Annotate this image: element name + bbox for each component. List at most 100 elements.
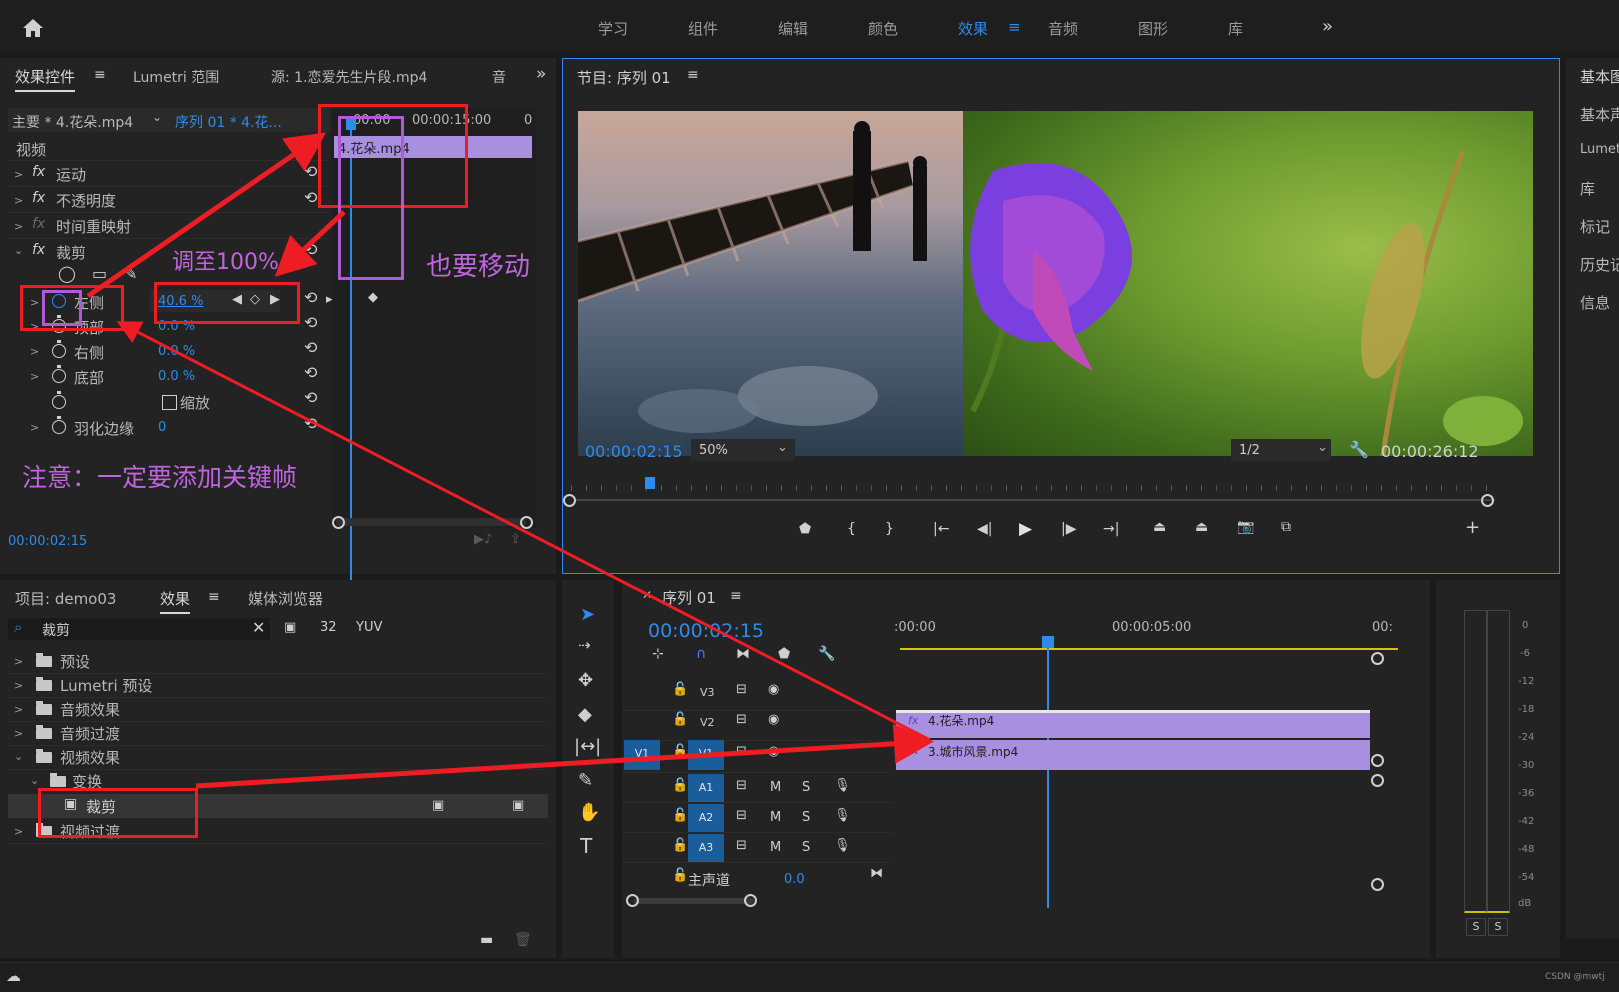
stopwatch-feather-icon[interactable] xyxy=(52,416,66,434)
program-scroll-bar[interactable] xyxy=(575,499,1495,501)
insert-nest-icon[interactable]: ⊹ xyxy=(652,646,664,662)
snap-magnet-icon[interactable]: ∩ xyxy=(696,646,706,662)
reset-right-icon[interactable]: ⟲ xyxy=(304,338,317,357)
ellipse-mask-icon[interactable]: ◯ xyxy=(58,264,76,283)
hand-tool-icon[interactable]: ✋ xyxy=(578,802,600,823)
track-target-a2[interactable]: A2 xyxy=(688,804,724,832)
step-back-icon[interactable]: ◀| xyxy=(977,521,992,537)
mic-a1-icon[interactable]: 🎙 xyxy=(834,778,851,793)
lock-v3-icon[interactable]: 🔓 xyxy=(672,682,688,697)
expand-motion-icon[interactable]: > xyxy=(14,168,23,181)
creative-cloud-icon[interactable]: ☁ xyxy=(6,967,21,985)
tab-audio[interactable]: 音频 xyxy=(1048,18,1078,39)
reset-zoom-icon[interactable]: ⟲ xyxy=(304,388,317,407)
collapse-transform-icon[interactable]: ⌄ xyxy=(30,774,39,787)
track-label-v2[interactable]: V2 xyxy=(700,716,715,729)
tab-effects-menu-icon[interactable]: ≡ xyxy=(1008,18,1021,36)
tab-media-browser[interactable]: 媒体浏览器 xyxy=(248,588,323,609)
reset-feather-icon[interactable]: ⟲ xyxy=(304,414,317,433)
ec-scroll-left-handle[interactable] xyxy=(332,516,345,529)
reset-left-icon[interactable]: ⟲ xyxy=(304,288,317,307)
mark-out-icon[interactable]: } xyxy=(885,521,894,537)
fx-icon[interactable]: fx xyxy=(32,164,45,180)
right-item-lumetri[interactable]: Lumet xyxy=(1580,142,1619,157)
effects-search-input[interactable]: 裁剪 xyxy=(42,620,70,640)
lock-a3-icon[interactable]: 🔓 xyxy=(672,838,688,853)
ec-play-audio-icon[interactable]: ▶♪ xyxy=(474,532,492,547)
expand-video-transitions-icon[interactable]: > xyxy=(14,825,23,838)
ec-scroll-right-handle[interactable] xyxy=(520,516,533,529)
pen-mask-icon[interactable]: ✎ xyxy=(124,264,137,283)
ec-timecode[interactable]: 00:00:02:15 xyxy=(8,534,87,549)
close-sequence-icon[interactable]: ✕ xyxy=(642,588,652,602)
go-to-in-icon[interactable]: |← xyxy=(933,521,949,537)
program-scrub-ruler[interactable] xyxy=(571,477,1491,491)
ec-zoom-scrollbar[interactable] xyxy=(336,518,526,526)
tree-audio-effects[interactable]: 音频效果 xyxy=(60,699,120,720)
sync-lock-v2-icon[interactable]: ⊟ xyxy=(736,712,747,727)
settings-wrench-icon[interactable]: 🔧 xyxy=(1349,440,1369,459)
sync-lock-a1-icon[interactable]: ⊟ xyxy=(736,778,747,793)
right-item-history[interactable]: 历史记 xyxy=(1580,254,1619,275)
right-item-essential-graphics[interactable]: 基本图 xyxy=(1580,66,1619,87)
effects-menu-icon[interactable]: ≡ xyxy=(208,589,220,605)
solo-a3[interactable]: S xyxy=(802,840,810,855)
timeline-hscroll-left-handle[interactable] xyxy=(626,894,639,907)
lock-v2-icon[interactable]: 🔓 xyxy=(672,712,688,727)
meter-solo-right[interactable]: S xyxy=(1488,918,1508,936)
panel-menu-icon[interactable]: ≡ xyxy=(94,67,106,83)
expand-opacity-icon[interactable]: > xyxy=(14,194,23,207)
tab-effect-controls[interactable]: 效果控件 xyxy=(15,66,76,92)
fx-icon[interactable]: fx xyxy=(32,190,45,206)
add-marker-timeline-icon[interactable]: ⬟ xyxy=(778,646,790,662)
add-marker-icon[interactable]: ⬟ xyxy=(799,521,811,537)
expand-lumetri-presets-icon[interactable]: > xyxy=(14,679,23,692)
expand-tabs-icon[interactable]: » xyxy=(536,64,546,84)
clear-search-icon[interactable]: ✕ xyxy=(252,618,265,637)
lock-v1-icon[interactable]: 🔓 xyxy=(672,744,688,759)
reset-bottom-icon[interactable]: ⟲ xyxy=(304,363,317,382)
slip-tool-icon[interactable]: |↔| xyxy=(574,736,601,757)
tree-audio-transitions[interactable]: 音频过渡 xyxy=(60,723,120,744)
lock-master-icon[interactable]: 🔓 xyxy=(672,868,688,883)
accelerated-effects-icon[interactable]: ▣ xyxy=(284,620,296,635)
play-icon[interactable]: ▶ xyxy=(1019,519,1032,539)
program-playhead-handle[interactable] xyxy=(645,477,655,489)
expand-audio-transitions-icon[interactable]: > xyxy=(14,727,23,740)
tab-editing[interactable]: 编辑 xyxy=(778,18,808,39)
linked-selection-icon[interactable]: ⧓ xyxy=(736,646,750,662)
timeline-hscroll-bar[interactable] xyxy=(634,898,754,904)
tab-learn[interactable]: 学习 xyxy=(598,18,628,39)
tree-video-effects[interactable]: 视频效果 xyxy=(60,747,120,768)
step-forward-icon[interactable]: |▶ xyxy=(1061,521,1076,537)
program-scroll-right-handle[interactable] xyxy=(1481,494,1494,507)
timeline-settings-wrench-icon[interactable]: 🔧 xyxy=(818,646,835,662)
sync-lock-v1-icon[interactable]: ⊟ xyxy=(736,744,747,759)
zoom-checkbox[interactable] xyxy=(162,395,177,410)
stopwatch-bottom-icon[interactable] xyxy=(52,365,66,383)
tab-audio-mixer[interactable]: 音 xyxy=(492,67,506,87)
tab-libraries[interactable]: 库 xyxy=(1228,18,1243,39)
home-icon[interactable] xyxy=(22,18,44,37)
reset-opacity-icon[interactable]: ⟲ xyxy=(304,188,317,207)
program-scroll-left-handle[interactable] xyxy=(563,494,576,507)
keyframe-marker-icon[interactable]: ◆ xyxy=(368,290,378,305)
timeline-vscroll-audio-end[interactable] xyxy=(1371,878,1384,891)
mic-a3-icon[interactable]: 🎙 xyxy=(834,838,851,853)
right-item-essential-sound[interactable]: 基本声 xyxy=(1580,104,1619,125)
fx-icon[interactable]: fx xyxy=(32,242,45,258)
expand-bottom-icon[interactable]: > xyxy=(30,370,39,383)
tree-presets[interactable]: 预设 xyxy=(60,651,90,672)
reset-crop-icon[interactable]: ⟲ xyxy=(304,240,317,259)
lock-a1-icon[interactable]: 🔓 xyxy=(672,778,688,793)
button-editor-plus-icon[interactable]: + xyxy=(1465,517,1480,538)
sync-lock-a3-icon[interactable]: ⊟ xyxy=(736,838,747,853)
tab-source[interactable]: 源: 1.恋爱先生片段.mp4 xyxy=(271,67,427,87)
timeline-playhead-handle[interactable] xyxy=(1042,636,1054,648)
program-menu-icon[interactable]: ≡ xyxy=(687,67,699,83)
sequence-menu-icon[interactable]: ≡ xyxy=(730,588,742,604)
selection-tool-icon[interactable]: ➤ xyxy=(580,604,595,625)
tab-project[interactable]: 项目: demo03 xyxy=(15,588,116,609)
timeline-vscroll-video-end[interactable] xyxy=(1371,754,1384,767)
stopwatch-right-icon[interactable] xyxy=(52,340,66,358)
